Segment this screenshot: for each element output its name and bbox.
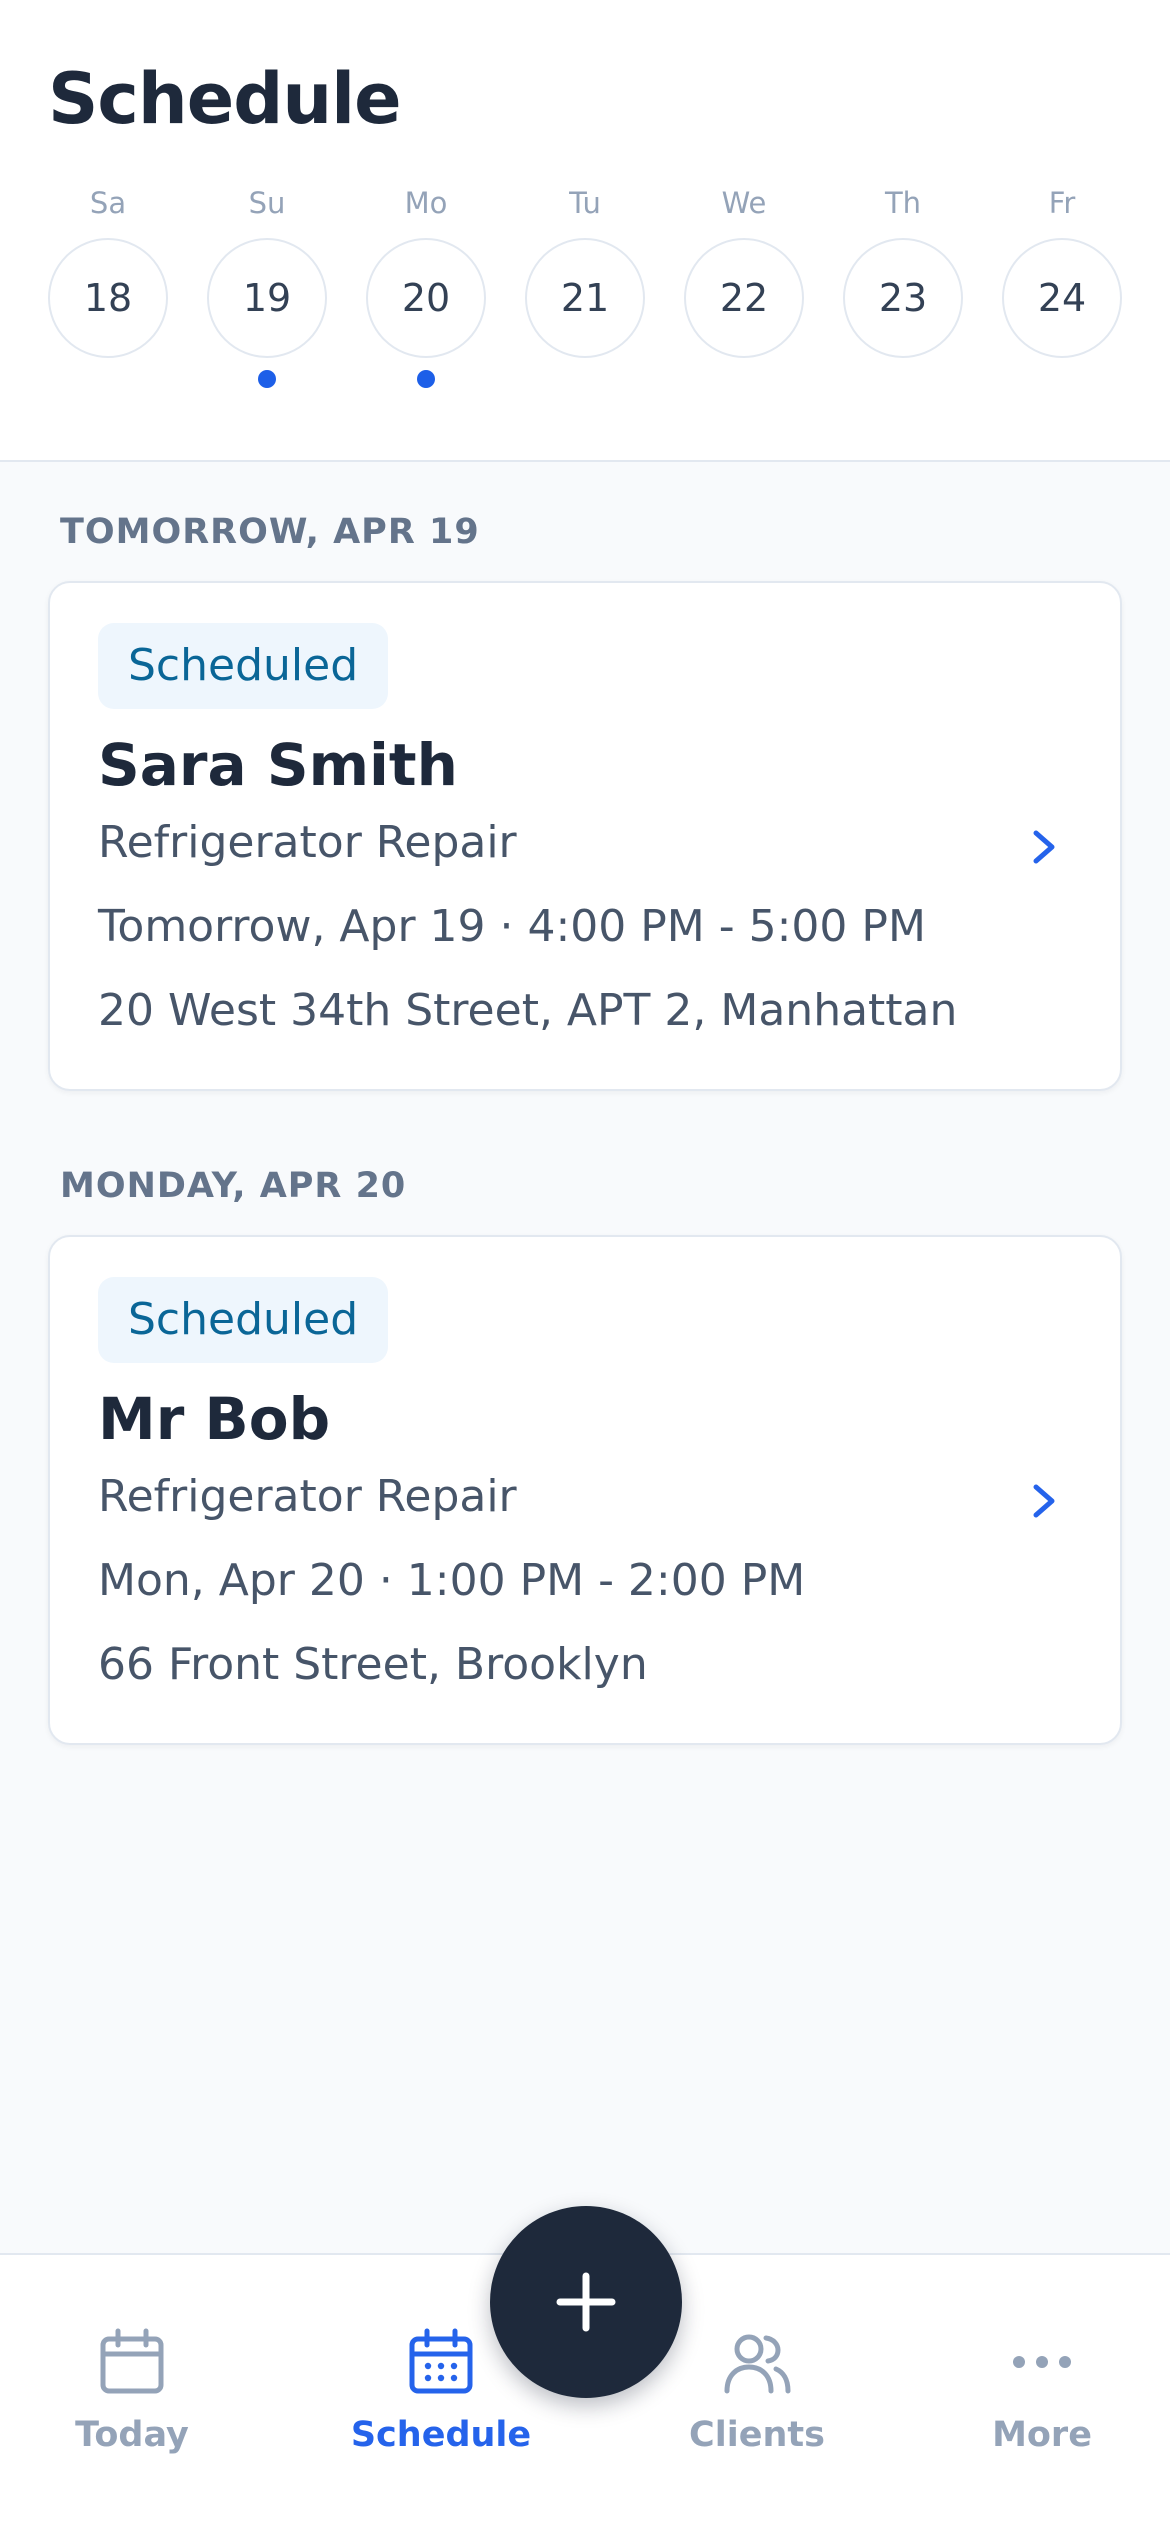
weekday-label: Tu	[569, 186, 601, 220]
date-circle[interactable]: 24	[1002, 238, 1122, 358]
nav-label: Clients	[689, 2415, 825, 2455]
appointment-time: Mon, Apr 20 · 1:00 PM - 2:00 PM	[98, 1555, 806, 1606]
date-circle[interactable]: 20	[366, 238, 486, 358]
weekday-label: Th	[884, 186, 922, 220]
day-sun[interactable]: Su 19	[207, 186, 327, 396]
appointment-time: Tomorrow, Apr 19 · 4:00 PM - 5:00 PM	[98, 901, 926, 952]
date-circle[interactable]: 23	[843, 238, 963, 358]
weekday-label: We	[721, 186, 767, 220]
section-header: MONDAY, APR 20	[60, 1166, 407, 1206]
week-strip: Sa 18 Su 19 Mo 20 Tu 21 We 22 Th 23 Fr 2…	[48, 186, 1122, 396]
nav-label: Today	[75, 2415, 189, 2455]
appointment-address: 66 Front Street, Brooklyn	[98, 1639, 648, 1690]
nav-item-clients[interactable]: Clients	[657, 2327, 857, 2477]
appointment-card[interactable]: Scheduled Mr Bob Refrigerator Repair Mon…	[48, 1235, 1122, 1745]
nav-label: More	[992, 2415, 1092, 2455]
plus-icon	[556, 2272, 616, 2332]
nav-item-more[interactable]: More	[942, 2327, 1142, 2477]
schedule-screen: Schedule Sa 18 Su 19 Mo 20 Tu 21 We 22 T…	[0, 0, 1170, 2532]
weekday-label: Mo	[404, 186, 448, 220]
header: Schedule Sa 18 Su 19 Mo 20 Tu 21 We 22 T…	[0, 0, 1170, 462]
weekday-label: Sa	[89, 186, 127, 220]
appointment-dot	[417, 370, 435, 388]
service-type: Refrigerator Repair	[98, 817, 517, 868]
appointment-dot	[258, 370, 276, 388]
page-title: Schedule	[48, 58, 402, 140]
client-name: Mr Bob	[98, 1385, 331, 1453]
nav-item-today[interactable]: Today	[32, 2327, 232, 2477]
status-badge: Scheduled	[98, 623, 389, 709]
weekday-label: Su	[248, 186, 286, 220]
weekday-label: Fr	[1048, 186, 1076, 220]
more-dots-icon	[1013, 2356, 1071, 2368]
appointment-card[interactable]: Scheduled Sara Smith Refrigerator Repair…	[48, 581, 1122, 1091]
users-icon	[724, 2334, 791, 2394]
day-thu[interactable]: Th 23	[843, 186, 963, 396]
service-type: Refrigerator Repair	[98, 1471, 517, 1522]
calendar-icon	[100, 2328, 164, 2394]
day-wed[interactable]: We 22	[684, 186, 804, 396]
chevron-right-icon[interactable]	[1024, 817, 1064, 877]
day-tue[interactable]: Tu 21	[525, 186, 645, 396]
day-sat[interactable]: Sa 18	[48, 186, 168, 396]
calendar-grid-icon	[409, 2328, 473, 2394]
chevron-right-icon[interactable]	[1024, 1471, 1064, 1531]
date-circle[interactable]: 19	[207, 238, 327, 358]
status-badge: Scheduled	[98, 1277, 389, 1363]
appointment-address: 20 West 34th Street, APT 2, Manhattan	[98, 985, 958, 1036]
section-header: TOMORROW, APR 19	[60, 512, 480, 552]
day-fri[interactable]: Fr 24	[1002, 186, 1122, 396]
date-circle[interactable]: 21	[525, 238, 645, 358]
day-mon[interactable]: Mo 20	[366, 186, 486, 396]
nav-label: Schedule	[350, 2415, 532, 2455]
date-circle[interactable]: 22	[684, 238, 804, 358]
client-name: Sara Smith	[98, 731, 458, 799]
add-appointment-button[interactable]	[490, 2206, 682, 2398]
date-circle[interactable]: 18	[48, 238, 168, 358]
